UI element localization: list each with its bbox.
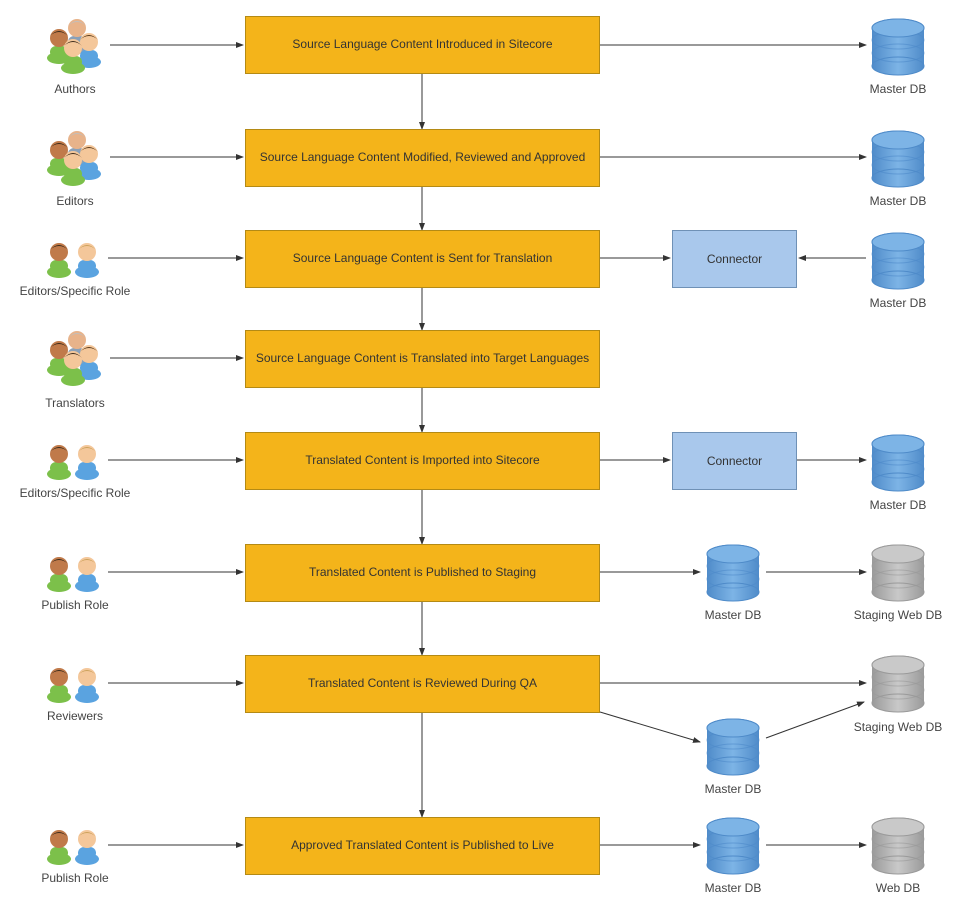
db-web-r8-label: Web DB [876,881,920,895]
diagram-stage: Source Language Content Introduced in Si… [0,0,961,913]
db-staging-r6-label: Staging Web DB [854,608,943,622]
actor-authors-label: Authors [54,82,95,96]
db-staging-r7-icon [868,655,928,716]
db-master-r3-icon [868,232,928,293]
connector-row3: Connector [672,230,797,288]
step-8-box: Approved Translated Content is Published… [245,817,600,875]
step-7-label: Translated Content is Reviewed During QA [308,676,537,692]
db-master-r8-label: Master DB [705,881,762,895]
db-master-r7b-label: Master DB [705,782,762,796]
db-master-r6-label: Master DB [705,608,762,622]
actor-editors-icon [44,126,110,188]
actor-reviewers-label: Reviewers [47,709,103,723]
step-6-box: Translated Content is Published to Stagi… [245,544,600,602]
actor-editorsrole-icon [44,238,108,282]
db-master-r5-icon [868,434,928,495]
db-master-r8-icon [703,817,763,878]
actor-authors-icon [44,14,110,76]
connector-row5: Connector [672,432,797,490]
step-1-label: Source Language Content Introduced in Si… [292,37,552,53]
db-master-r6-icon [703,544,763,605]
step-5-box: Translated Content is Imported into Site… [245,432,600,490]
actor-editorsrole-label: Editors/Specific Role [20,284,131,298]
db-master-r3-label: Master DB [870,296,927,310]
db-master-r2-icon [868,130,928,191]
actor-translators-label: Translators [45,396,105,410]
step-8-label: Approved Translated Content is Published… [291,838,554,854]
actor-publish2-icon [44,825,108,869]
step-5-label: Translated Content is Imported into Site… [305,453,539,469]
step-6-label: Translated Content is Published to Stagi… [309,565,536,581]
db-master-r1-label: Master DB [870,82,927,96]
db-master-r1-icon [868,18,928,79]
db-master-r5-label: Master DB [870,498,927,512]
actor-editorsrole2-label: Editors/Specific Role [20,486,131,500]
db-staging-r7-label: Staging Web DB [854,720,943,734]
actor-publish2-label: Publish Role [41,871,108,885]
actor-editors-label: Editors [56,194,93,208]
db-master-r7b-icon [703,718,763,779]
step-7-box: Translated Content is Reviewed During QA [245,655,600,713]
step-3-label: Source Language Content is Sent for Tran… [293,251,553,267]
db-staging-r6-icon [868,544,928,605]
db-master-r2-label: Master DB [870,194,927,208]
step-2-label: Source Language Content Modified, Review… [260,150,586,166]
connector-row5-label: Connector [707,454,762,468]
actor-editorsrole2-icon [44,440,108,484]
actor-publish-label: Publish Role [41,598,108,612]
step-4-label: Source Language Content is Translated in… [256,351,589,367]
actor-reviewers-icon [44,663,108,707]
actor-translators-icon [44,326,110,388]
db-web-r8-icon [868,817,928,878]
step-3-box: Source Language Content is Sent for Tran… [245,230,600,288]
step-4-box: Source Language Content is Translated in… [245,330,600,388]
actor-publish-icon [44,552,108,596]
step-1-box: Source Language Content Introduced in Si… [245,16,600,74]
connector-row3-label: Connector [707,252,762,266]
step-2-box: Source Language Content Modified, Review… [245,129,600,187]
